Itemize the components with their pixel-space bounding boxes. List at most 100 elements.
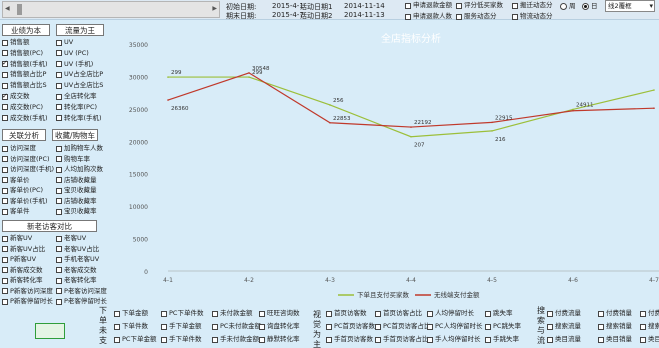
- bottom-visual-option-5[interactable]: 手首页访客占比: [375, 335, 429, 344]
- sidebar-option-sec1-3[interactable]: UV (PC): [56, 49, 89, 58]
- sidebar-option-sec3-13[interactable]: P老客停留时长: [56, 297, 107, 306]
- sidebar-option-sec3-3[interactable]: 老客UV占比: [56, 245, 99, 254]
- scroll-right-icon[interactable]: ▶: [212, 5, 217, 12]
- checkbox-icon[interactable]: [2, 198, 8, 204]
- checkbox-icon[interactable]: [640, 336, 646, 343]
- bottom-visual-option-9[interactable]: 跳失率: [485, 309, 513, 318]
- sidebar-option-sec2-9[interactable]: 宝贝收藏量: [56, 186, 97, 195]
- bottom-search-option-5[interactable]: 类目销量: [598, 335, 632, 344]
- header-option-3[interactable]: 申请退款人数: [405, 12, 452, 21]
- bottom-unpaid-option-6[interactable]: 未付款金额: [212, 309, 253, 318]
- bottom-search-option-0[interactable]: 付费流量: [547, 309, 581, 318]
- checkbox-icon[interactable]: [56, 39, 62, 46]
- checkbox-icon[interactable]: [161, 336, 167, 343]
- checkbox-icon[interactable]: [2, 177, 8, 183]
- checkbox-icon[interactable]: [259, 323, 265, 330]
- sidebar-option-sec1-0[interactable]: 销售额: [2, 38, 30, 47]
- bottom-unpaid-option-9[interactable]: 旺旺咨询数: [259, 309, 300, 318]
- checkbox-icon[interactable]: [2, 277, 8, 284]
- checkbox-icon[interactable]: [2, 166, 8, 173]
- sidebar-option-sec1-4[interactable]: 销售额(手机): [2, 59, 48, 69]
- checkbox-icon[interactable]: [375, 336, 381, 343]
- sidebar-option-sec2-11[interactable]: 店铺收藏率: [56, 197, 97, 206]
- scroll-left-icon[interactable]: ◀: [5, 5, 10, 12]
- checkbox-icon[interactable]: [2, 92, 8, 101]
- checkbox-icon[interactable]: [2, 104, 8, 111]
- checkbox-icon[interactable]: [56, 298, 62, 305]
- checkbox-icon[interactable]: [56, 267, 62, 273]
- favorites-cart-button[interactable]: 收藏/购物车: [52, 129, 98, 141]
- checkbox-icon[interactable]: [259, 310, 265, 317]
- checkbox-icon[interactable]: [114, 336, 120, 343]
- checkbox-icon[interactable]: [212, 336, 218, 343]
- sidebar-option-sec1-9[interactable]: UV占全店比S: [56, 81, 103, 90]
- bottom-unpaid-option-5[interactable]: 手下单件数: [161, 335, 202, 344]
- header-option-0[interactable]: 申请退款金额: [405, 1, 452, 10]
- checkbox-icon[interactable]: [427, 336, 433, 343]
- checkbox-icon[interactable]: [2, 50, 8, 57]
- sidebar-option-sec2-1[interactable]: 加购物车人数: [56, 144, 103, 153]
- sidebar-option-sec2-5[interactable]: 人均加购次数: [56, 165, 103, 174]
- activity-date-1-value[interactable]: 2014-11-14: [344, 2, 385, 10]
- checkbox-icon[interactable]: [2, 82, 8, 89]
- header-option-5[interactable]: 物流动态分: [512, 12, 553, 21]
- activity-date-2-value[interactable]: 2014-11-13: [344, 11, 385, 19]
- checkbox-icon[interactable]: [56, 115, 62, 122]
- checkbox-icon[interactable]: [2, 256, 8, 263]
- line-style-dropdown[interactable]: 线2覆框: [605, 0, 655, 12]
- bottom-search-option-3[interactable]: 付费销量: [598, 309, 632, 318]
- checkbox-icon[interactable]: [114, 323, 120, 330]
- checkbox-icon[interactable]: [326, 336, 332, 343]
- bottom-visual-option-4[interactable]: PC首页访客占比: [375, 322, 430, 331]
- bottom-search-option-2[interactable]: 类目流量: [547, 335, 581, 344]
- checkbox-icon[interactable]: [259, 336, 265, 343]
- checkbox-icon[interactable]: [56, 277, 62, 284]
- checkbox-icon[interactable]: [375, 323, 381, 330]
- green-action-button[interactable]: [35, 323, 65, 339]
- checkbox-icon[interactable]: [427, 310, 433, 317]
- checkbox-icon[interactable]: [456, 13, 462, 20]
- checkbox-icon[interactable]: [56, 93, 62, 100]
- bottom-visual-option-10[interactable]: PC跳失率: [485, 322, 521, 331]
- sidebar-option-sec2-12[interactable]: 客单件: [2, 207, 30, 216]
- bottom-visual-option-11[interactable]: 手跳失率: [485, 335, 519, 344]
- sidebar-option-sec1-1[interactable]: UV: [56, 38, 73, 47]
- checkbox-icon[interactable]: [640, 323, 646, 330]
- checkbox-icon[interactable]: [2, 39, 8, 46]
- bottom-unpaid-option-4[interactable]: 手下单金额: [161, 322, 202, 331]
- checkbox-icon[interactable]: [598, 336, 604, 343]
- checkbox-icon[interactable]: [2, 145, 8, 152]
- sidebar-option-sec2-8[interactable]: 客单价(PC): [2, 186, 43, 195]
- new-old-visitor-compare-button[interactable]: 新老访客对比: [2, 220, 97, 232]
- checkbox-icon[interactable]: [56, 208, 62, 215]
- sidebar-option-sec3-7[interactable]: 老客成交数: [56, 266, 97, 275]
- header-option-4[interactable]: 服务动态分: [456, 12, 497, 21]
- sidebar-option-sec3-9[interactable]: 老客转化率: [56, 276, 97, 285]
- bottom-unpaid-option-1[interactable]: 下单件数: [114, 322, 148, 331]
- checkbox-icon[interactable]: [427, 323, 433, 330]
- sidebar-option-sec1-2[interactable]: 销售额(PC): [2, 49, 43, 58]
- header-option-1[interactable]: 评分低买家数: [456, 1, 503, 10]
- bottom-unpaid-option-2[interactable]: PC下单金额: [114, 335, 156, 344]
- bottom-visual-option-2[interactable]: 手首页访客数: [326, 335, 373, 344]
- association-analysis-button[interactable]: 关联分析: [2, 129, 46, 141]
- sidebar-option-sec1-8[interactable]: 销售额占比S: [2, 81, 47, 90]
- sidebar-option-sec3-11[interactable]: P老客访问深度: [56, 287, 107, 296]
- sidebar-option-sec3-1[interactable]: 老客UV: [56, 234, 86, 243]
- checkbox-icon[interactable]: [512, 2, 518, 9]
- bottom-search-option-4[interactable]: 搜索销量: [598, 322, 632, 331]
- checkbox-icon[interactable]: [2, 187, 8, 194]
- checkbox-icon[interactable]: [56, 156, 62, 162]
- checkbox-icon[interactable]: [547, 310, 553, 317]
- bottom-search-option-6[interactable]: 付费: [640, 309, 659, 318]
- traffic-button[interactable]: 流量为王: [56, 24, 104, 36]
- checkbox-icon[interactable]: [161, 323, 167, 330]
- checkbox-icon[interactable]: [56, 71, 62, 78]
- sidebar-option-sec2-2[interactable]: 访问深度(PC): [2, 155, 50, 164]
- sidebar-option-sec2-10[interactable]: 客单价(手机): [2, 197, 48, 206]
- checkbox-icon[interactable]: [56, 246, 62, 252]
- sidebar-option-sec3-4[interactable]: P新客UV: [2, 255, 36, 264]
- bottom-unpaid-option-8[interactable]: 手未付款金额: [212, 335, 259, 344]
- checkbox-icon[interactable]: [212, 310, 218, 317]
- bottom-visual-option-7[interactable]: PC人均停留时长: [427, 322, 482, 331]
